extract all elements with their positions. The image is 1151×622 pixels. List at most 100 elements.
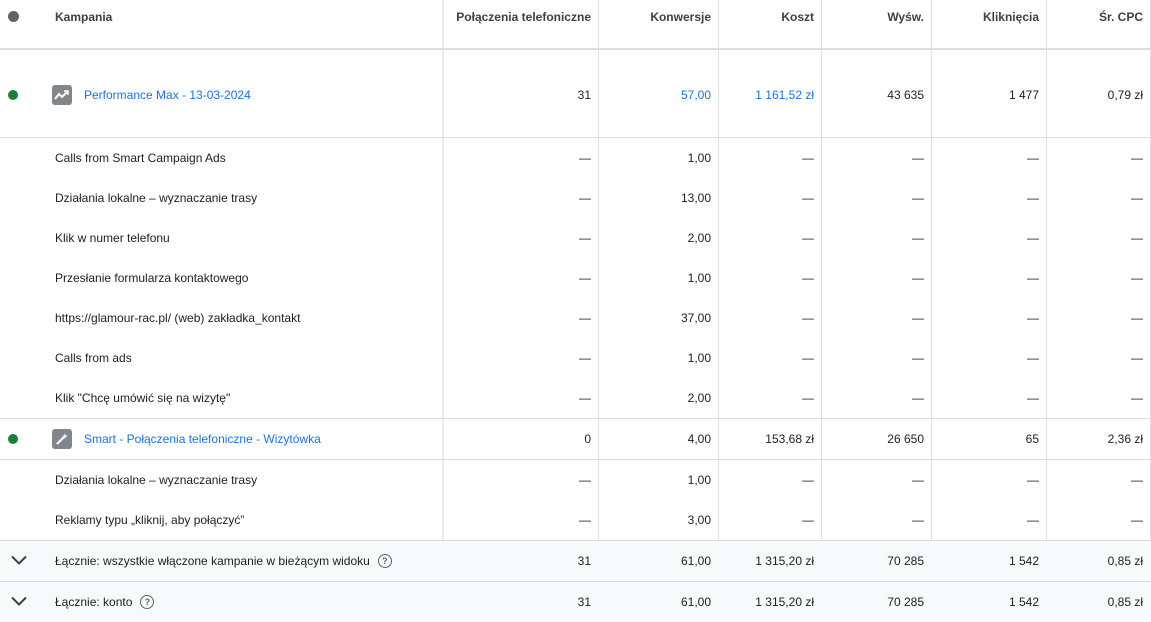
cost-value: 153,68 zł [765, 432, 814, 446]
conversions-link[interactable]: 57,00 [599, 52, 719, 137]
campaign-name-cell: Performance Max - 13-03-2024 [26, 52, 443, 137]
campaign-link[interactable]: Smart - Połączenia telefoniczne - Wizytó… [84, 432, 321, 446]
conversion-action-row: Calls from ads — 1,00 — — — — [0, 338, 1151, 378]
total-label: Łącznie: konto [55, 595, 133, 609]
conversion-action-phone-calls: — [579, 473, 591, 487]
conversion-action-avg-cpc: — [1131, 311, 1143, 325]
conversion-action-clicks: — [1027, 191, 1039, 205]
status-dot-icon [7, 11, 19, 22]
conversion-action-row: https://glamour-rac.pl/ (web) zakładka_k… [0, 298, 1151, 338]
total-cost: 1 315,20 zł [755, 554, 814, 568]
conversion-action-name: Działania lokalne – wyznaczanie trasy [55, 473, 258, 487]
conversion-action-row: Działania lokalne – wyznaczanie trasy — 13… [0, 178, 1151, 218]
conversion-action-impressions: — [912, 271, 924, 285]
header-clicks[interactable]: Kliknięcia [932, 0, 1047, 48]
conversion-action-cost: — [802, 231, 814, 245]
conversion-action-name: Calls from ads [55, 351, 132, 365]
conversion-action-name: Klik w numer telefonu [55, 231, 170, 245]
status-cell[interactable] [0, 419, 26, 459]
status-header[interactable] [0, 0, 26, 48]
header-campaign[interactable]: Kampania [26, 0, 443, 48]
total-label-cell: Łącznie: konto ? [26, 582, 443, 622]
conversion-action-avg-cpc: — [1131, 351, 1143, 365]
conversion-action-cost: — [802, 391, 814, 405]
total-phone-calls: 31 [577, 554, 591, 568]
header-impressions[interactable]: Wyśw. [822, 0, 932, 48]
help-icon[interactable]: ? [140, 595, 155, 609]
conversion-action-cost: — [802, 311, 814, 325]
campaign-row-performance-max: Performance Max - 13-03-2024 31 57,00 1 … [0, 52, 1151, 138]
help-icon[interactable]: ? [377, 554, 392, 568]
conversion-action-name: Klik "Chcę umówić się na wizytę" [55, 391, 231, 405]
conversion-action-avg-cpc: — [1131, 271, 1143, 285]
status-enabled-icon [8, 89, 18, 100]
conversion-action-impressions: — [912, 351, 924, 365]
total-row-enabled: Łącznie: wszystkie włączone kampanie w b… [0, 540, 1151, 581]
conversion-action-row: Przesłanie formularza kontaktowego — 1,00 —… [0, 258, 1151, 298]
conversion-action-phone-calls: — [579, 311, 591, 325]
performance-max-icon [52, 84, 72, 105]
conversion-action-phone-calls: — [579, 271, 591, 285]
conversion-action-avg-cpc: — [1131, 391, 1143, 405]
conversion-action-row: Klik "Chcę umówić się na wizytę" — 2,00 — — —… [0, 378, 1151, 418]
conversion-action-phone-calls: — [579, 351, 591, 365]
conversion-action-clicks: — [1027, 151, 1039, 165]
conversion-action-conversions: 1,00 [687, 473, 711, 487]
campaign-link[interactable]: Performance Max - 13-03-2024 [84, 88, 251, 102]
conversion-action-clicks: — [1027, 311, 1039, 325]
conversion-action-phone-calls: — [579, 513, 591, 527]
total-conversions: 61,00 [680, 554, 711, 568]
conversion-action-conversions: 13,00 [680, 191, 711, 205]
conversion-action-avg-cpc: — [1131, 231, 1143, 245]
header-avg-cpc[interactable]: Śr. CPC [1047, 0, 1151, 48]
clicks-value: 1 477 [1008, 87, 1039, 102]
total-impressions: 70 285 [887, 595, 924, 609]
conversion-action-clicks: — [1027, 513, 1039, 527]
total-avg-cpc: 0,85 zł [1107, 595, 1143, 609]
conversion-action-impressions: — [912, 473, 924, 487]
conversion-action-row: Działania lokalne – wyznaczanie trasy — 1,… [0, 460, 1151, 500]
conversion-action-avg-cpc: — [1131, 473, 1143, 487]
total-impressions: 70 285 [887, 554, 924, 568]
conversion-action-name: Przesłanie formularza kontaktowego [55, 271, 249, 285]
total-label-cell: Łącznie: wszystkie włączone kampanie w b… [26, 541, 443, 581]
total-phone-calls: 31 [577, 595, 591, 609]
conversion-action-avg-cpc: — [1131, 191, 1143, 205]
conversion-action-impressions: — [912, 311, 924, 325]
header-cost[interactable]: Koszt [719, 0, 822, 48]
conversion-action-avg-cpc: — [1131, 513, 1143, 527]
conversion-action-conversions: 1,00 [687, 151, 711, 165]
conversion-action-clicks: — [1027, 391, 1039, 405]
conversion-action-name: Reklamy typu „kliknij, aby połączyć” [55, 513, 245, 527]
cost-link[interactable]: 1 161,52 zł [719, 52, 822, 137]
conversion-action-clicks: — [1027, 231, 1039, 245]
conversion-action-phone-calls: — [579, 231, 591, 245]
conversion-action-cost: — [802, 271, 814, 285]
conversion-action-conversions: 1,00 [687, 351, 711, 365]
header-conversions[interactable]: Konwersje [599, 0, 719, 48]
conversion-action-clicks: — [1027, 473, 1039, 487]
conversion-action-impressions: — [912, 191, 924, 205]
conversion-action-conversions: 2,00 [687, 391, 711, 405]
conversion-action-cost: — [802, 473, 814, 487]
conversion-action-cost: — [802, 513, 814, 527]
conversion-action-avg-cpc: — [1131, 151, 1143, 165]
conversion-action-conversions: 2,00 [687, 231, 711, 245]
total-conversions: 61,00 [680, 595, 711, 609]
phone-calls-value: 0 [584, 432, 591, 446]
total-label: Łącznie: wszystkie włączone kampanie w b… [55, 554, 370, 568]
header-phone-calls[interactable]: Połączenia telefoniczne [443, 0, 599, 48]
conversion-action-conversions: 37,00 [680, 311, 711, 325]
phone-calls-value: 31 [577, 87, 591, 102]
conversion-action-phone-calls: — [579, 391, 591, 405]
conversion-action-impressions: — [912, 231, 924, 245]
conversions-value: 4,00 [687, 432, 711, 446]
conversion-action-conversions: 1,00 [687, 271, 711, 285]
avg-cpc-value: 2,36 zł [1107, 432, 1143, 446]
conversion-action-name: Calls from Smart Campaign Ads [55, 151, 226, 165]
status-cell[interactable] [0, 52, 26, 137]
status-enabled-icon [8, 434, 18, 444]
conversion-action-name: Działania lokalne – wyznaczanie trasy [55, 191, 258, 205]
conversion-action-impressions: — [912, 513, 924, 527]
conversion-action-clicks: — [1027, 351, 1039, 365]
